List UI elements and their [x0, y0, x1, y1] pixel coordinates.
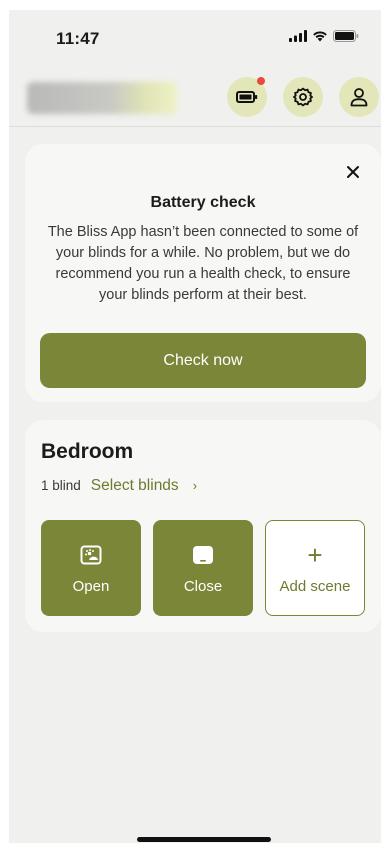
- blind-count: 1 blind: [41, 478, 81, 493]
- profile-icon: [350, 88, 368, 107]
- card-title: Battery check: [150, 194, 256, 211]
- scene-label: Add scene: [279, 577, 351, 595]
- app-logo: [27, 82, 177, 114]
- room-card: Bedroom 1 blind Select blinds › Open Clo…: [25, 420, 381, 632]
- open-blind-icon: [80, 542, 102, 568]
- plus-icon: +: [307, 539, 323, 570]
- scene-label: Close: [183, 577, 223, 595]
- select-blinds-link[interactable]: Select blinds: [91, 477, 179, 495]
- add-scene-button[interactable]: + Add scene: [265, 520, 365, 616]
- wifi-icon: [313, 31, 327, 42]
- battery-status-icon: [333, 30, 359, 42]
- chevron-right-icon[interactable]: ›: [193, 478, 197, 493]
- close-blind-icon: [192, 542, 214, 568]
- app-header: [9, 65, 381, 127]
- close-button[interactable]: [343, 162, 363, 182]
- status-icons: [289, 30, 359, 42]
- battery-icon: [236, 91, 258, 103]
- room-meta: 1 blind Select blinds ›: [41, 477, 197, 495]
- close-icon: [347, 166, 359, 178]
- battery-button[interactable]: [227, 77, 267, 117]
- scene-list: Open Close + Add scene: [41, 520, 365, 616]
- scene-label: Open: [72, 577, 110, 595]
- battery-check-card: Battery check The Bliss App hasn’t been …: [25, 144, 381, 402]
- signal-icon: [289, 30, 307, 42]
- check-now-button[interactable]: Check now: [40, 333, 366, 388]
- card-message: The Bliss App hasn’t been connected to s…: [47, 224, 359, 303]
- app-screen: 11:47 Battery check The Bliss App hasn’t…: [9, 10, 381, 843]
- settings-button[interactable]: [283, 77, 323, 117]
- scene-close-button[interactable]: Close: [153, 520, 253, 616]
- settings-icon: [293, 87, 313, 107]
- room-name: Bedroom: [41, 440, 134, 463]
- home-indicator[interactable]: [137, 837, 271, 842]
- notification-dot: [257, 77, 265, 85]
- status-time: 11:47: [56, 29, 100, 48]
- profile-button[interactable]: [339, 77, 379, 117]
- status-bar: 11:47: [9, 10, 381, 60]
- scene-open-button[interactable]: Open: [41, 520, 141, 616]
